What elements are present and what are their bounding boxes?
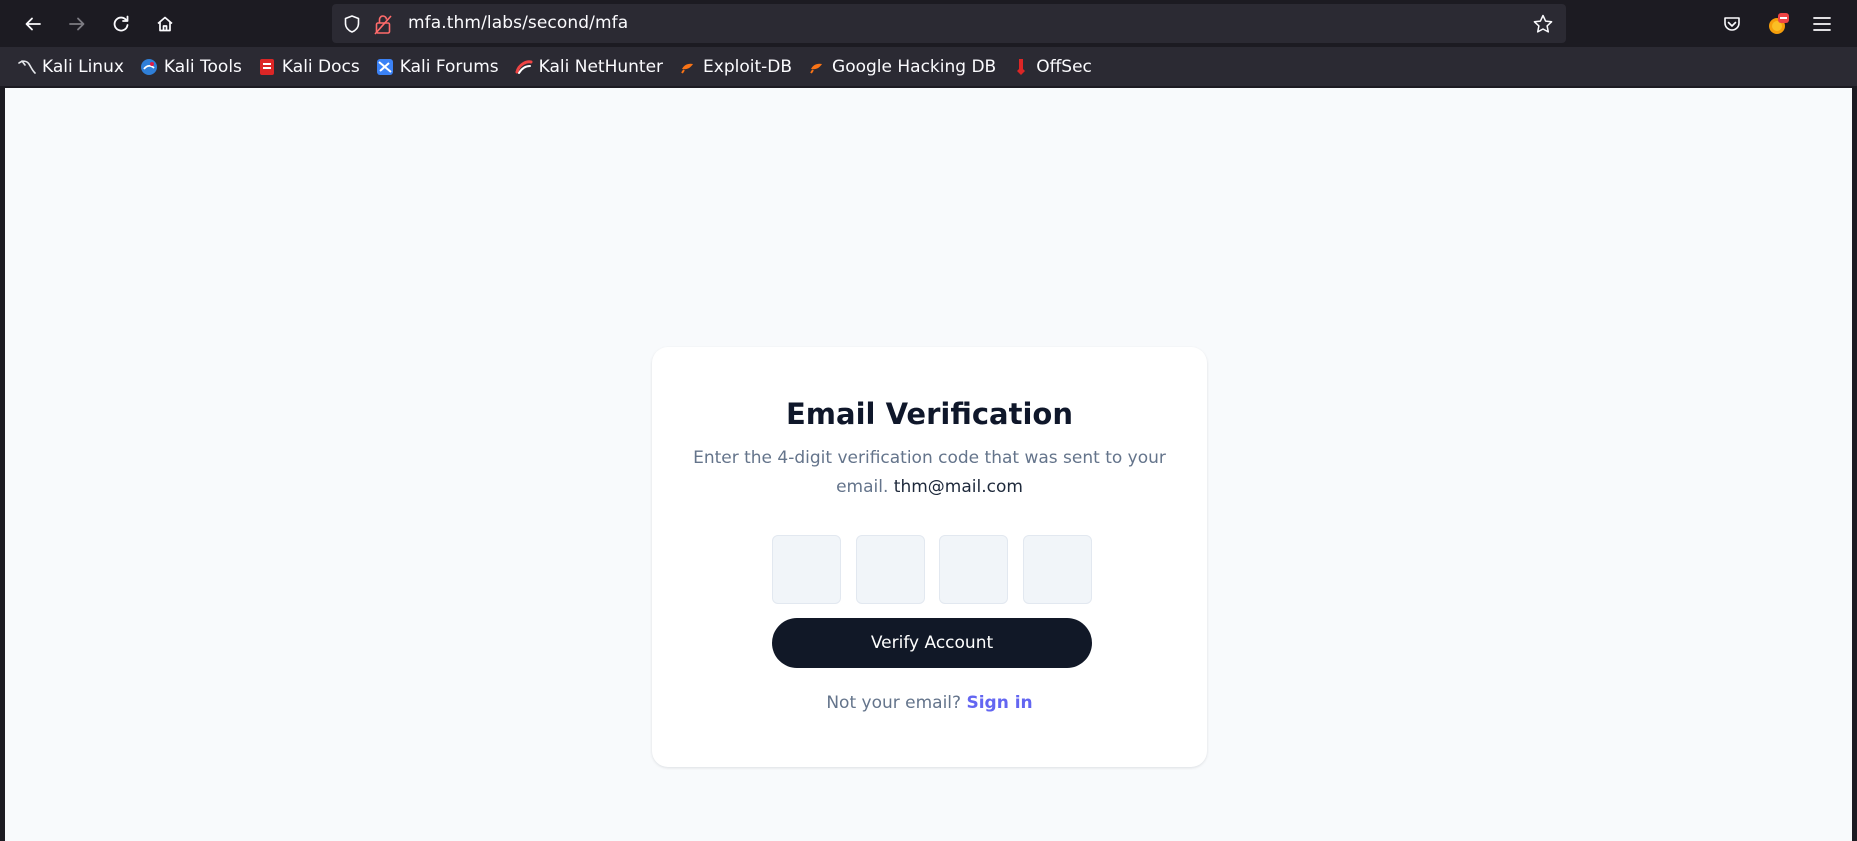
verification-description: Enter the 4-digit verification code that… <box>692 444 1167 502</box>
pocket-icon[interactable] <box>1715 7 1749 41</box>
bookmark-label: Google Hacking DB <box>832 56 997 77</box>
bookmark-kali-nethunter[interactable]: Kali NetHunter <box>515 57 663 77</box>
otp-digit-3[interactable] <box>939 535 1008 604</box>
sign-in-prompt: Not your email? Sign in <box>652 693 1207 713</box>
browser-toolbar: mfa.thm/labs/second/mfa <box>0 0 1857 47</box>
otp-digit-2[interactable] <box>856 535 925 604</box>
exploit-db-icon <box>679 58 697 76</box>
bookmark-label: Exploit-DB <box>703 56 793 77</box>
kali-dragon-icon <box>18 58 36 76</box>
verify-account-button[interactable]: Verify Account <box>772 618 1092 668</box>
page-viewport: Email Verification Enter the 4-digit ver… <box>5 88 1852 841</box>
home-icon[interactable] <box>148 7 182 41</box>
bookmark-label: Kali Forums <box>399 56 499 77</box>
reload-icon[interactable] <box>104 7 138 41</box>
offsec-icon <box>1012 58 1030 76</box>
not-your-email-text: Not your email? <box>826 693 962 713</box>
bookmark-kali-tools[interactable]: Kali Tools <box>140 57 242 77</box>
back-arrow-icon[interactable] <box>16 7 50 41</box>
hamburger-menu-icon[interactable] <box>1805 7 1839 41</box>
otp-input-group <box>772 535 1092 605</box>
url-text[interactable]: mfa.thm/labs/second/mfa <box>408 13 628 33</box>
bookmark-label: Kali Linux <box>42 56 124 77</box>
forward-arrow-icon[interactable] <box>60 7 94 41</box>
kali-tools-icon <box>140 58 158 76</box>
bookmark-google-hacking-db[interactable]: Google Hacking DB <box>808 57 996 77</box>
bookmark-label: Kali Docs <box>281 56 360 77</box>
address-bar[interactable]: mfa.thm/labs/second/mfa <box>332 4 1566 43</box>
otp-digit-4[interactable] <box>1023 535 1092 604</box>
bookmark-kali-docs[interactable]: Kali Docs <box>258 57 360 77</box>
kali-docs-icon <box>258 58 276 76</box>
extension-icon[interactable] <box>1761 7 1795 41</box>
verification-card: Email Verification Enter the 4-digit ver… <box>652 347 1207 767</box>
bookmarks-toolbar: Kali Linux Kali Tools Kali Docs Kali For… <box>0 47 1857 87</box>
tracking-protection-shield-icon[interactable] <box>342 14 362 38</box>
bookmark-label: Kali Tools <box>163 56 242 77</box>
bookmark-label: Kali NetHunter <box>538 56 664 77</box>
kali-forums-icon <box>376 58 394 76</box>
bookmark-offsec[interactable]: OffSec <box>1012 57 1092 77</box>
page-title: Email Verification <box>786 397 1073 431</box>
bookmark-exploit-db[interactable]: Exploit-DB <box>679 57 792 77</box>
email-address: thm@mail.com <box>893 477 1023 497</box>
browser-window: mfa.thm/labs/second/mfa Kali Linux Kali … <box>0 0 1857 841</box>
bookmark-star-icon[interactable] <box>1532 13 1554 39</box>
bookmark-kali-forums[interactable]: Kali Forums <box>376 57 499 77</box>
ghdb-icon <box>808 58 826 76</box>
insecure-lock-icon[interactable] <box>374 13 392 39</box>
otp-digit-1[interactable] <box>772 535 841 604</box>
bookmark-label: OffSec <box>1036 56 1092 77</box>
kali-nethunter-icon <box>515 58 533 76</box>
sign-in-link[interactable]: Sign in <box>966 693 1032 713</box>
bookmark-kali-linux[interactable]: Kali Linux <box>18 57 124 77</box>
